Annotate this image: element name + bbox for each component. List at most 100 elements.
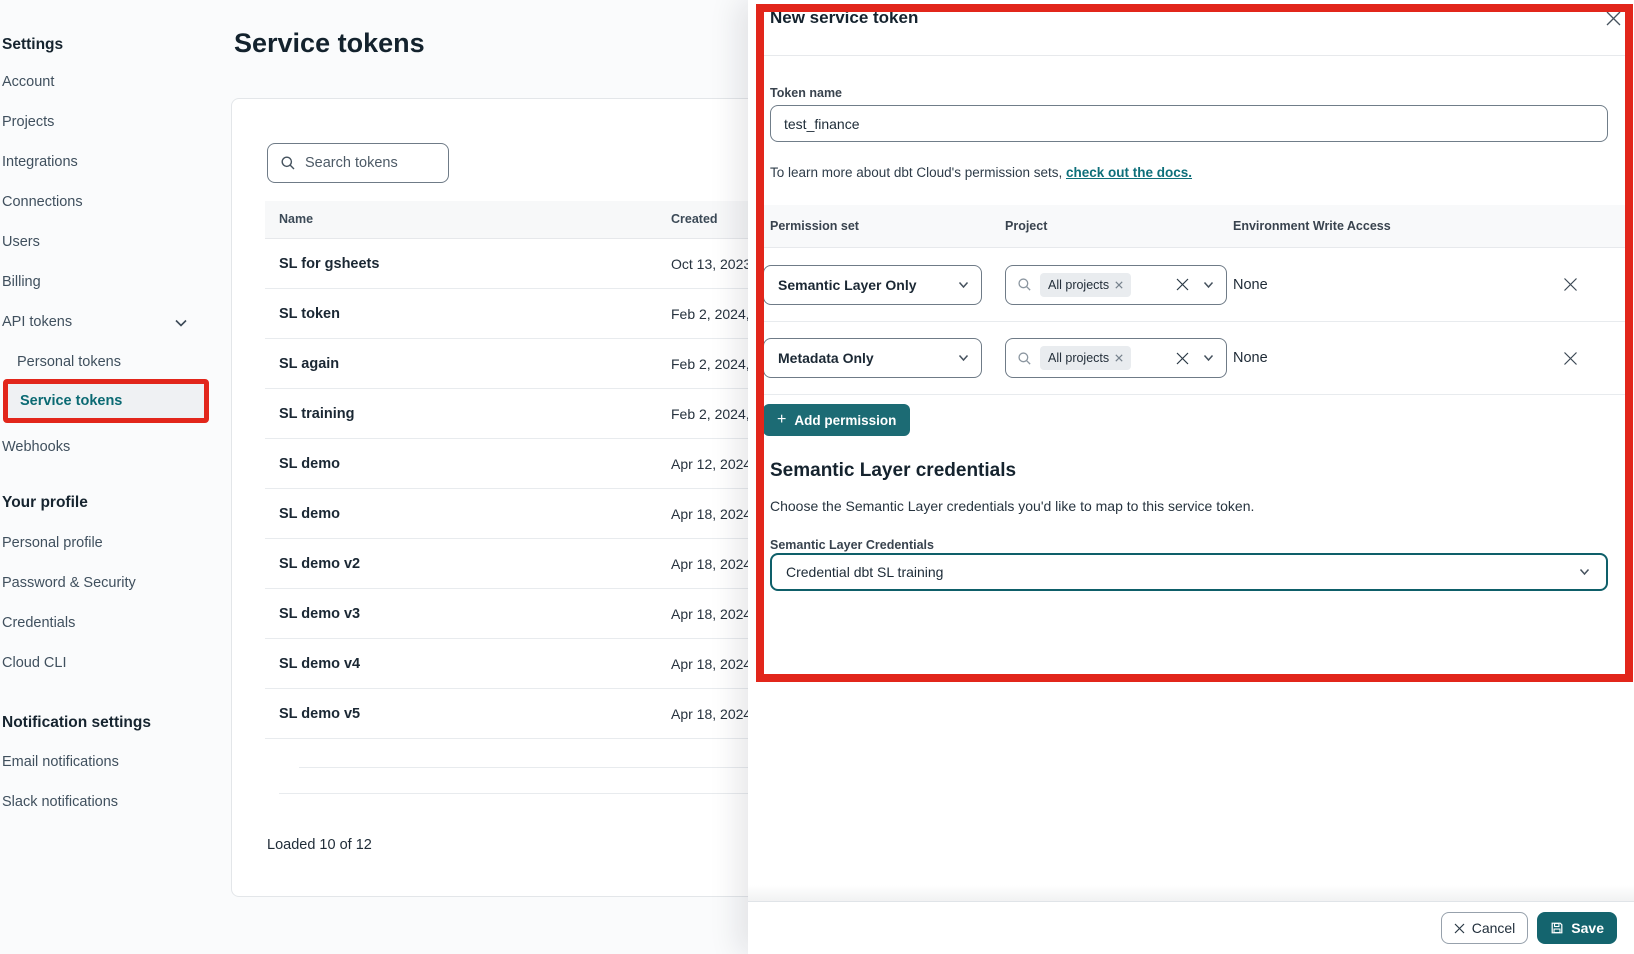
chevron-down-icon (958, 354, 969, 362)
remove-row-icon[interactable] (1563, 351, 1578, 366)
column-header-env-write: Environment Write Access (1233, 219, 1391, 233)
search-icon (280, 155, 296, 171)
sidebar-item-webhooks[interactable]: Webhooks (2, 439, 70, 455)
settings-sidebar: Settings Account Projects Integrations C… (0, 0, 212, 954)
permission-set-value: Metadata Only (764, 350, 958, 366)
chevron-down-icon[interactable] (1203, 281, 1214, 289)
token-name: SL demo v3 (279, 589, 360, 639)
sidebar-item-projects[interactable]: Projects (2, 114, 54, 130)
permission-row: Semantic Layer Only All projects None (756, 248, 1625, 322)
token-name-field[interactable] (770, 105, 1608, 142)
service-tokens-annotation-box: Service tokens (3, 379, 209, 423)
token-created: Apr 18, 2024, (671, 689, 755, 739)
semantic-layer-credentials-heading: Semantic Layer credentials (770, 460, 1016, 482)
cancel-x-icon (1454, 923, 1465, 934)
permission-set-value: Semantic Layer Only (764, 277, 958, 293)
permission-set-select[interactable]: Semantic Layer Only (763, 265, 982, 305)
docs-link[interactable]: check out the docs. (1066, 165, 1192, 180)
search-input[interactable] (305, 155, 435, 171)
sidebar-item-cloud-cli[interactable]: Cloud CLI (2, 655, 66, 671)
sidebar-item-personal-tokens[interactable]: Personal tokens (17, 354, 121, 370)
project-multiselect[interactable]: All projects (1005, 265, 1227, 305)
token-created: Apr 18, 2024, (671, 639, 755, 689)
add-permission-label: Add permission (794, 413, 896, 428)
docs-text: To learn more about dbt Cloud's permissi… (770, 165, 1066, 180)
page-title: Service tokens (234, 28, 425, 59)
token-name: SL demo v2 (279, 539, 360, 589)
credentials-select-label: Semantic Layer Credentials (770, 538, 934, 552)
screen: Settings Account Projects Integrations C… (0, 0, 1634, 954)
sidebar-item-service-tokens[interactable]: Service tokens (8, 393, 122, 409)
permissions-table-header: Permission set Project Environment Write… (756, 205, 1625, 248)
sidebar-item-personal-profile[interactable]: Personal profile (2, 535, 103, 551)
env-write-access-value: None (1233, 277, 1268, 293)
permission-set-select[interactable]: Metadata Only (763, 338, 982, 378)
all-projects-chip: All projects (1040, 273, 1131, 297)
token-created: Apr 18, 2024, (671, 539, 755, 589)
permission-row: Metadata Only All projects None (756, 322, 1625, 395)
column-header-project: Project (1005, 219, 1047, 233)
token-name-label: Token name (770, 86, 842, 100)
token-name: SL demo (279, 439, 340, 489)
close-icon[interactable] (1605, 10, 1622, 27)
sidebar-item-connections[interactable]: Connections (2, 194, 83, 210)
sidebar-item-integrations[interactable]: Integrations (2, 154, 78, 170)
search-tokens-box[interactable] (267, 143, 449, 183)
save-icon (1550, 921, 1564, 935)
drawer-footer: Cancel Save (748, 901, 1634, 954)
loaded-status: Loaded 10 of 12 (267, 837, 372, 853)
sidebar-item-password-security[interactable]: Password & Security (2, 575, 136, 591)
new-service-token-drawer: New service token Token name To learn mo… (748, 0, 1634, 954)
column-header-name: Name (279, 212, 313, 226)
credentials-select-value: Credential dbt SL training (772, 564, 1579, 580)
sidebar-item-api-tokens[interactable]: API tokens (2, 314, 72, 330)
remove-row-icon[interactable] (1563, 277, 1578, 292)
token-name: SL again (279, 339, 339, 389)
sidebar-heading-your-profile: Your profile (2, 494, 88, 512)
clear-selection-icon[interactable] (1176, 352, 1189, 365)
credentials-select[interactable]: Credential dbt SL training (770, 553, 1608, 591)
project-multiselect[interactable]: All projects (1005, 338, 1227, 378)
save-button[interactable]: Save (1537, 912, 1617, 944)
column-header-permission-set: Permission set (770, 219, 859, 233)
token-created: Apr 18, 2024, (671, 589, 755, 639)
sidebar-item-users[interactable]: Users (2, 234, 40, 250)
chip-label: All projects (1048, 278, 1109, 292)
token-created: Oct 13, 2023, (671, 239, 755, 289)
chip-remove-icon[interactable] (1115, 354, 1123, 362)
cancel-button[interactable]: Cancel (1441, 912, 1529, 944)
sidebar-item-account[interactable]: Account (2, 74, 54, 90)
token-name: SL demo v5 (279, 689, 360, 739)
docs-helper-text: To learn more about dbt Cloud's permissi… (770, 165, 1192, 180)
token-name: SL training (279, 389, 354, 439)
plus-icon: + (777, 412, 786, 428)
drawer-title: New service token (770, 8, 918, 28)
sidebar-item-credentials[interactable]: Credentials (2, 615, 75, 631)
clear-selection-icon[interactable] (1176, 278, 1189, 291)
sidebar-item-billing[interactable]: Billing (2, 274, 41, 290)
token-name: SL demo v4 (279, 639, 360, 689)
add-permission-button[interactable]: + Add permission (763, 404, 910, 436)
chip-label: All projects (1048, 351, 1109, 365)
column-header-created: Created (671, 212, 718, 226)
semantic-layer-credentials-description: Choose the Semantic Layer credentials yo… (770, 498, 1254, 514)
token-created: Apr 18, 2024, (671, 489, 755, 539)
sidebar-heading-notification-settings: Notification settings (2, 714, 151, 732)
save-label: Save (1571, 920, 1604, 936)
chip-remove-icon[interactable] (1115, 281, 1123, 289)
chevron-down-icon[interactable] (174, 318, 188, 328)
header-divider (760, 55, 1626, 56)
token-created: Apr 12, 2024, (671, 439, 755, 489)
search-icon (1017, 277, 1032, 292)
sidebar-item-slack-notifications[interactable]: Slack notifications (2, 794, 118, 810)
sidebar-heading-settings: Settings (2, 36, 63, 54)
chevron-down-icon (958, 281, 969, 289)
token-name: SL demo (279, 489, 340, 539)
env-write-access-value: None (1233, 350, 1268, 366)
sidebar-item-email-notifications[interactable]: Email notifications (2, 754, 119, 770)
footer-shadow (748, 885, 1634, 901)
chevron-down-icon (1579, 568, 1590, 576)
chevron-down-icon[interactable] (1203, 354, 1214, 362)
token-name: SL for gsheets (279, 239, 379, 289)
all-projects-chip: All projects (1040, 346, 1131, 370)
